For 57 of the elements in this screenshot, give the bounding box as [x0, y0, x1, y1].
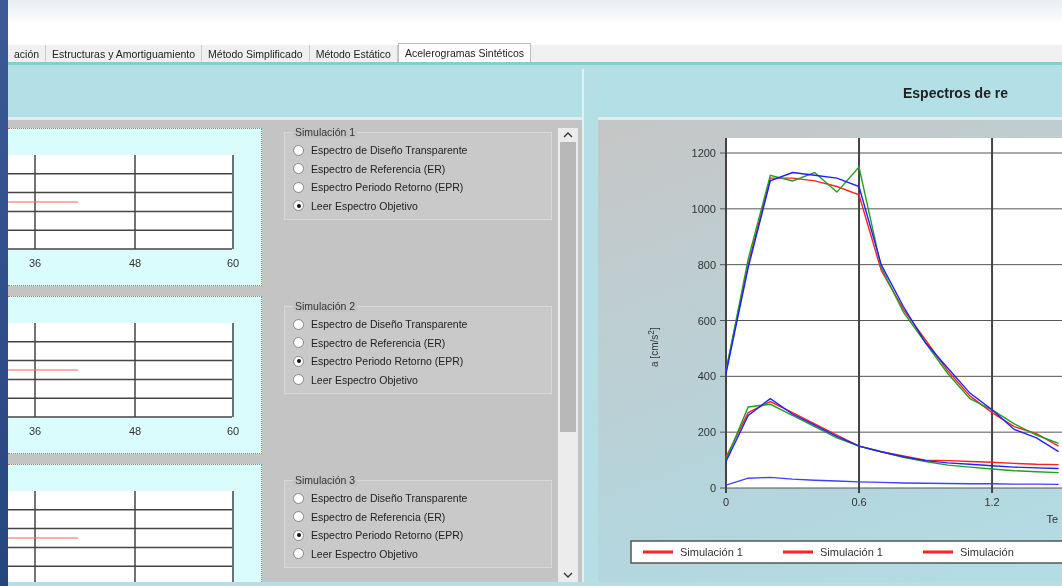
axis-tick-label: 60 — [225, 257, 241, 269]
axis-tick-label: 1.2 — [984, 496, 1000, 508]
axis-tick-label: 0.6 — [851, 496, 867, 508]
tab[interactable]: ación — [8, 45, 47, 62]
axis-tick-label: 36 — [27, 257, 43, 269]
tab[interactable]: Acelerogramas Sintéticos — [397, 43, 531, 62]
axis-tick-label: 36 — [27, 425, 43, 437]
group-title: Simulación 3 — [293, 474, 358, 486]
radio-option[interactable]: Leer Espectro Objetivo — [293, 370, 547, 389]
axis-tick-label: 48 — [127, 257, 143, 269]
legend-label: Simulación — [960, 546, 1014, 558]
chart-title: Espectros de re — [903, 85, 1009, 101]
radio-option[interactable]: Espectro de Referencia (ER) — [293, 159, 547, 178]
radio-button[interactable] — [293, 144, 304, 156]
radio-button[interactable] — [293, 529, 304, 541]
radio-option[interactable]: Leer Espectro Objetivo — [293, 196, 547, 215]
radio-button[interactable] — [293, 374, 304, 386]
scrollbar[interactable] — [558, 128, 578, 582]
radio-button[interactable] — [293, 355, 304, 367]
group-title: Simulación 1 — [293, 126, 358, 138]
radio-option[interactable]: Espectro Periodo Retorno (EPR) — [293, 352, 547, 371]
legend-label: Simulación 1 — [680, 546, 743, 558]
radio-button[interactable] — [293, 181, 304, 193]
group-title: Simulación 2 — [293, 300, 358, 312]
scroll-thumb[interactable] — [560, 142, 576, 432]
radio-option[interactable]: Leer Espectro Objetivo — [293, 544, 547, 563]
axis-tick-label: 200 — [697, 426, 716, 439]
axis-tick-label: 1200 — [691, 147, 716, 159]
x-axis-label: Te — [1046, 513, 1058, 525]
tab[interactable]: Método Estático — [309, 45, 398, 62]
radio-option[interactable]: Espectro de Diseño Transparente — [293, 315, 547, 334]
axis-tick-label: 600 — [697, 314, 716, 327]
axis-tick-label: 0 — [722, 496, 730, 508]
radio-option[interactable]: Espectro de Referencia (ER) — [293, 507, 547, 526]
radio-button[interactable] — [293, 163, 304, 175]
radio-button[interactable] — [293, 200, 304, 212]
radio-button[interactable] — [293, 337, 304, 349]
radio-button[interactable] — [293, 548, 304, 560]
axis-tick-label: 1000 — [691, 202, 716, 215]
radio-option[interactable]: Espectro Periodo Retorno (EPR) — [293, 178, 547, 197]
radio-option[interactable]: Espectro de Diseño Transparente — [293, 141, 547, 160]
radio-option[interactable]: Espectro Periodo Retorno (EPR) — [293, 526, 547, 545]
axis-tick-label: 800 — [697, 258, 716, 271]
scroll-up-icon[interactable] — [563, 132, 573, 138]
axis-tick-label: 60 — [225, 425, 241, 437]
scroll-down-icon[interactable] — [563, 572, 573, 578]
radio-option[interactable]: Espectro de Referencia (ER) — [293, 333, 547, 352]
radio-option[interactable]: Espectro de Diseño Transparente — [293, 489, 547, 508]
radio-button[interactable] — [293, 492, 304, 504]
axis-tick-label: 48 — [127, 425, 143, 437]
axis-tick-label: 400 — [697, 370, 716, 383]
radio-button[interactable] — [293, 318, 304, 330]
tab[interactable]: Método Simplificado — [202, 45, 310, 62]
axis-tick-label: 0 — [709, 482, 716, 494]
tab[interactable]: Estructuras y Amortiguamiento — [46, 45, 203, 62]
legend-label: Simulación 1 — [820, 546, 883, 558]
radio-button[interactable] — [293, 511, 304, 523]
